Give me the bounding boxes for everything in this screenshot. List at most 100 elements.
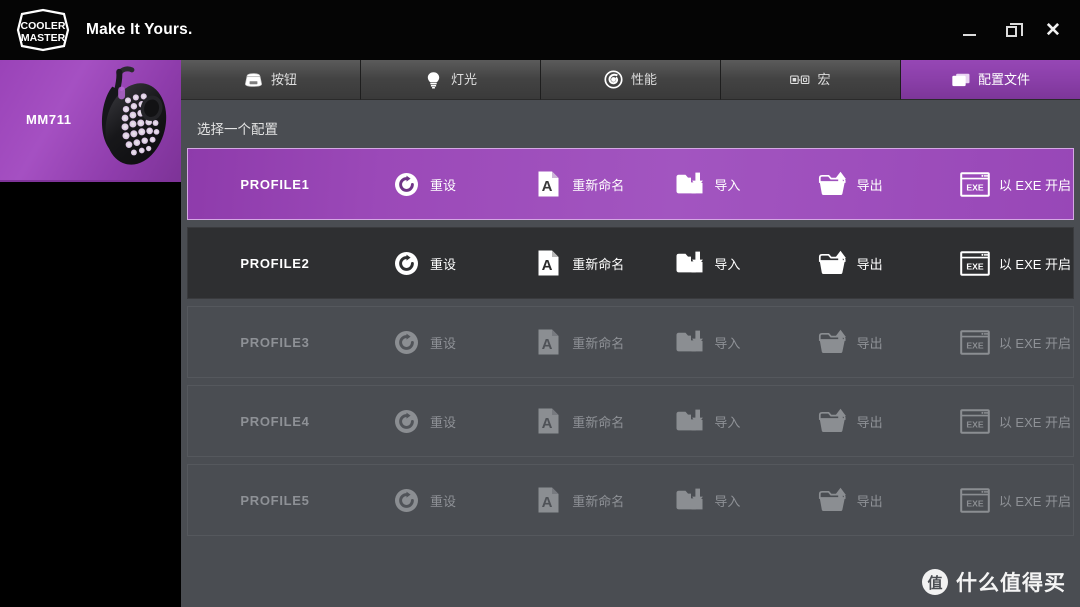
rename-document-icon: A <box>533 485 563 515</box>
reset-button[interactable]: 重设 <box>363 306 505 378</box>
tab-buttons[interactable]: 按钮 <box>181 60 361 100</box>
reset-icon <box>391 406 421 436</box>
folder-import-icon <box>675 327 705 357</box>
profile-name: PROFILE4 <box>240 413 310 429</box>
folder-import-icon <box>675 169 705 199</box>
export-button[interactable]: 导出 <box>790 227 932 299</box>
close-icon[interactable]: ✕ <box>1040 17 1066 43</box>
run-exe-button[interactable]: EXE 以 EXE 开启 <box>932 464 1074 536</box>
reset-button[interactable]: 重设 <box>363 227 505 299</box>
profile-name: PROFILE3 <box>240 334 310 350</box>
rename-button[interactable]: A 重新命名 <box>505 227 647 299</box>
folder-export-icon <box>818 169 848 199</box>
import-label: 导入 <box>714 493 741 509</box>
tab-profiles[interactable]: 配置文件 <box>901 60 1080 100</box>
svg-text:EXE: EXE <box>966 182 983 192</box>
import-button[interactable]: 导入 <box>647 227 789 299</box>
site-watermark: 值 什么值得买 <box>922 567 1066 597</box>
exe-window-icon: EXE <box>960 169 990 199</box>
table-row[interactable]: PROFILE5 重设 A 重新命名 导入 导出 EXE 以 EXE 开启 <box>187 464 1074 536</box>
exe-window-icon: EXE <box>960 248 990 278</box>
brand-tagline: Make It Yours. <box>86 21 193 38</box>
run-exe-button[interactable]: EXE 以 EXE 开启 <box>932 227 1074 299</box>
tab-macro[interactable]: 宏 <box>721 60 901 100</box>
run-exe-label: 以 EXE 开启 <box>998 177 1072 193</box>
import-label: 导入 <box>714 256 741 272</box>
tab-label: 配置文件 <box>977 72 1030 87</box>
folder-import-icon <box>675 406 705 436</box>
performance-dial-icon <box>604 70 624 90</box>
profile-pages-icon <box>951 70 971 90</box>
export-label: 导出 <box>856 493 883 509</box>
import-button[interactable]: 导入 <box>647 306 789 378</box>
export-label: 导出 <box>856 335 883 351</box>
minimize-icon[interactable] <box>956 17 982 43</box>
tab-label: 灯光 <box>450 72 477 87</box>
export-button[interactable]: 导出 <box>790 385 932 457</box>
reset-button[interactable]: 重设 <box>363 148 505 220</box>
tab-label: 宏 <box>817 72 831 87</box>
run-exe-button[interactable]: EXE 以 EXE 开启 <box>932 385 1074 457</box>
reset-label: 重设 <box>430 256 457 272</box>
device-card-mm711[interactable]: MM711 <box>0 60 181 182</box>
table-row[interactable]: PROFILE1 重设 A 重新命名 导入 导出 EXE 以 EXE 开启 <box>187 148 1074 220</box>
maximize-icon[interactable] <box>998 17 1024 43</box>
export-button[interactable]: 导出 <box>790 306 932 378</box>
tab-bar: 按钮 灯光 性能 宏 配置文件 <box>181 60 1080 100</box>
svg-text:A: A <box>541 257 552 274</box>
tab-lighting[interactable]: 灯光 <box>361 60 541 100</box>
rename-document-icon: A <box>533 248 563 278</box>
svg-text:A: A <box>541 415 552 432</box>
reset-button[interactable]: 重设 <box>363 464 505 536</box>
rename-document-icon: A <box>533 169 563 199</box>
run-exe-button[interactable]: EXE 以 EXE 开启 <box>932 306 1074 378</box>
cooler-master-logo-icon: COOLER MASTER <box>14 8 72 52</box>
profiles-content: 选择一个配置 PROFILE1 重设 A 重新命名 导入 导出 EXE 以 EX… <box>181 100 1080 607</box>
import-button[interactable]: 导入 <box>647 385 789 457</box>
rename-document-icon: A <box>533 327 563 357</box>
table-row[interactable]: PROFILE2 重设 A 重新命名 导入 导出 EXE 以 EXE 开启 <box>187 227 1074 299</box>
svg-text:EXE: EXE <box>966 419 983 429</box>
export-label: 导出 <box>856 256 883 272</box>
rename-document-icon: A <box>533 406 563 436</box>
profile-list: PROFILE1 重设 A 重新命名 导入 导出 EXE 以 EXE 开启 PR… <box>187 148 1074 543</box>
svg-text:A: A <box>541 178 552 195</box>
title-bar: COOLER MASTER Make It Yours. ✕ <box>0 0 1080 60</box>
rename-button[interactable]: A 重新命名 <box>505 464 647 536</box>
svg-text:A: A <box>541 494 552 511</box>
rename-button[interactable]: A 重新命名 <box>505 306 647 378</box>
profile-name: PROFILE5 <box>240 492 310 508</box>
folder-export-icon <box>818 248 848 278</box>
macro-keys-icon <box>790 70 810 90</box>
main-panel: 按钮 灯光 性能 宏 配置文件 选择一个配置 PROFILE1 重设 A 重新命… <box>181 60 1080 607</box>
tab-performance[interactable]: 性能 <box>541 60 721 100</box>
window-controls: ✕ <box>956 0 1066 60</box>
exe-window-icon: EXE <box>960 485 990 515</box>
run-exe-button[interactable]: EXE 以 EXE 开启 <box>932 148 1074 220</box>
rename-label: 重新命名 <box>572 177 625 193</box>
reset-label: 重设 <box>430 414 457 430</box>
reset-icon <box>391 248 421 278</box>
rename-label: 重新命名 <box>572 335 625 351</box>
reset-label: 重设 <box>430 177 457 193</box>
folder-import-icon <box>675 485 705 515</box>
rename-button[interactable]: A 重新命名 <box>505 148 647 220</box>
import-button[interactable]: 导入 <box>647 148 789 220</box>
run-exe-label: 以 EXE 开启 <box>998 414 1072 430</box>
reset-icon <box>391 169 421 199</box>
tab-label: 性能 <box>630 72 657 87</box>
rename-button[interactable]: A 重新命名 <box>505 385 647 457</box>
reset-button[interactable]: 重设 <box>363 385 505 457</box>
table-row[interactable]: PROFILE3 重设 A 重新命名 导入 导出 EXE 以 EXE 开启 <box>187 306 1074 378</box>
folder-export-icon <box>818 327 848 357</box>
import-button[interactable]: 导入 <box>647 464 789 536</box>
reset-icon <box>391 485 421 515</box>
table-row[interactable]: PROFILE4 重设 A 重新命名 导入 导出 EXE 以 EXE 开启 <box>187 385 1074 457</box>
export-label: 导出 <box>856 414 883 430</box>
svg-text:A: A <box>541 336 552 353</box>
export-button[interactable]: 导出 <box>790 148 932 220</box>
export-button[interactable]: 导出 <box>790 464 932 536</box>
mouse-buttons-icon <box>244 70 264 90</box>
app-window: COOLER MASTER Make It Yours. ✕ MM711 按钮 … <box>0 0 1080 607</box>
export-label: 导出 <box>856 177 883 193</box>
